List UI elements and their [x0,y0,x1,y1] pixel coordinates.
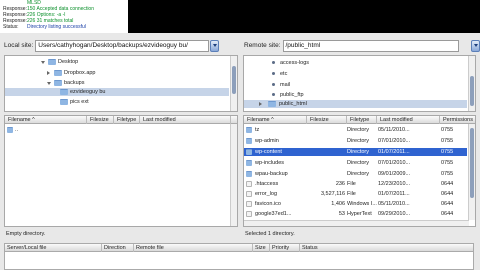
local-path-dropdown[interactable] [210,39,220,52]
local-file-list[interactable]: Filename ^ Filesize Filetype Last modifi… [4,115,238,227]
folder-icon [272,61,275,64]
folder-icon [60,99,68,105]
folder-icon [272,93,275,96]
column-server-local-file[interactable]: Server/Local file [5,244,102,252]
folder-icon [246,149,252,155]
remote-list-header: Filename ^ Filesize Filetype Last modifi… [244,116,475,124]
list-item[interactable]: .. [5,126,229,134]
remote-path-row: Remote site: /public_html [244,38,480,53]
column-filename[interactable]: Filename ^ [244,116,307,124]
folder-icon [246,160,252,166]
folder-icon [272,72,275,75]
local-list-scrollbar[interactable] [230,124,237,226]
local-path-row: Local site: Users/cathyhogan/Desktop/bac… [4,38,237,53]
folder-icon [246,138,252,144]
remote-site-label: Remote site: [244,42,281,49]
tree-item-backups[interactable]: backups [5,79,229,87]
remote-path-input[interactable]: /public_html [282,39,459,52]
expand-arrow-icon[interactable] [47,82,51,85]
local-tree-scrollbar[interactable] [230,56,237,111]
sort-arrow-icon: ^ [32,117,35,123]
remote-path-dropdown[interactable] [471,39,480,52]
column-filename[interactable]: Filename ^ [5,116,87,124]
tree-item-mail[interactable]: mail [244,81,467,89]
tree-item-ezvideoguy-bu[interactable]: ezvideoguy bu [5,88,229,96]
tree-item-public-html[interactable]: public_html [244,100,467,108]
file-icon [246,191,252,197]
remote-directory-tree[interactable]: access-logs etc mail public_ftp public_h… [243,55,476,112]
scroll-thumb[interactable] [470,76,474,106]
column-remote-file[interactable]: Remote file [134,244,253,252]
remote-file-list[interactable]: Filename ^ Filesize Filetype Last modifi… [243,115,476,227]
column-status[interactable]: Status [300,244,475,252]
column-last-modified[interactable]: Last modified [377,116,440,124]
local-directory-tree[interactable]: Desktop Dropbox.app backups ezvideoguy b… [4,55,238,112]
list-item-selected[interactable]: wp-content Directory 01/07/2011... 0755 [244,148,467,156]
collapse-arrow-icon[interactable] [47,71,50,75]
column-filesize[interactable]: Filesize [307,116,347,124]
column-direction[interactable]: Direction [102,244,134,252]
tree-item-dropbox[interactable]: Dropbox.app [5,69,229,77]
local-list-header: Filename ^ Filesize Filetype Last modifi… [5,116,237,124]
folder-icon [54,70,62,76]
file-icon [246,181,252,187]
local-site-label: Local site: [4,42,34,49]
list-item[interactable]: error_log 3,527,116 File 01/07/2011... 0… [244,190,467,198]
column-filesize[interactable]: Filesize [87,116,114,124]
list-item[interactable]: tz Directory 05/11/2010... 0755 [244,126,467,134]
local-path-input[interactable]: Users/cathyhogan/Desktop/backups/ezvideo… [35,39,210,52]
column-filetype[interactable]: Filetype [114,116,140,124]
tree-item-access-logs[interactable]: access-logs [244,59,467,67]
log-line: Status: Directory listing successful [3,24,86,30]
sort-arrow-icon: ^ [271,117,274,123]
column-last-modified[interactable]: Last modified [140,116,231,124]
tree-item-desktop[interactable]: Desktop [5,58,229,66]
folder-icon [54,80,62,86]
folder-icon [246,127,252,133]
tree-item-etc[interactable]: etc [244,70,467,78]
list-item[interactable]: favicon.ico 1,406 Windows I... 05/11/201… [244,200,467,208]
file-icon [246,201,252,207]
remote-status-text: Selected 1 directory. [245,231,295,237]
expand-arrow-icon[interactable] [41,61,45,64]
collapse-arrow-icon[interactable] [259,102,262,106]
remote-tree-scrollbar[interactable] [468,56,475,111]
list-item[interactable]: google37ed1... 53 HyperText 09/29/2010..… [244,210,467,218]
remote-list-hscrollbar[interactable] [244,220,469,226]
folder-icon [60,89,68,95]
column-filetype[interactable]: Filetype [347,116,377,124]
message-log[interactable]: MLSD Response:150 Accepted data connecti… [0,0,128,33]
list-item[interactable]: wp-includes Directory 07/01/2010... 0755 [244,159,467,167]
folder-icon [246,171,252,177]
column-size[interactable]: Size [253,244,270,252]
list-item[interactable]: .htaccess 236 File 12/23/2010... 0644 [244,180,467,188]
scroll-thumb[interactable] [232,66,236,94]
folder-icon [48,59,56,65]
list-item[interactable]: wpau-backup Directory 09/01/2009... 0755 [244,170,467,178]
scroll-thumb[interactable] [470,128,474,198]
transfer-queue-list[interactable] [4,252,474,270]
tree-item-public-ftp[interactable]: public_ftp [244,91,467,99]
folder-icon [268,101,276,107]
folder-icon [272,83,275,86]
column-permissions[interactable]: Permissions [440,116,475,124]
remote-list-scrollbar[interactable] [468,124,475,220]
column-priority[interactable]: Priority [270,244,300,252]
transfer-queue-header: Server/Local file Direction Remote file … [4,243,474,252]
filezilla-window: MLSD Response:150 Accepted data connecti… [0,0,480,270]
tree-item-pics-ext[interactable]: pics ext [5,98,229,106]
file-icon [246,211,252,217]
folder-icon [7,127,13,133]
list-item[interactable]: wp-admin Directory 07/01/2010... 0755 [244,137,467,145]
local-status-text: Empty directory. [6,231,46,237]
